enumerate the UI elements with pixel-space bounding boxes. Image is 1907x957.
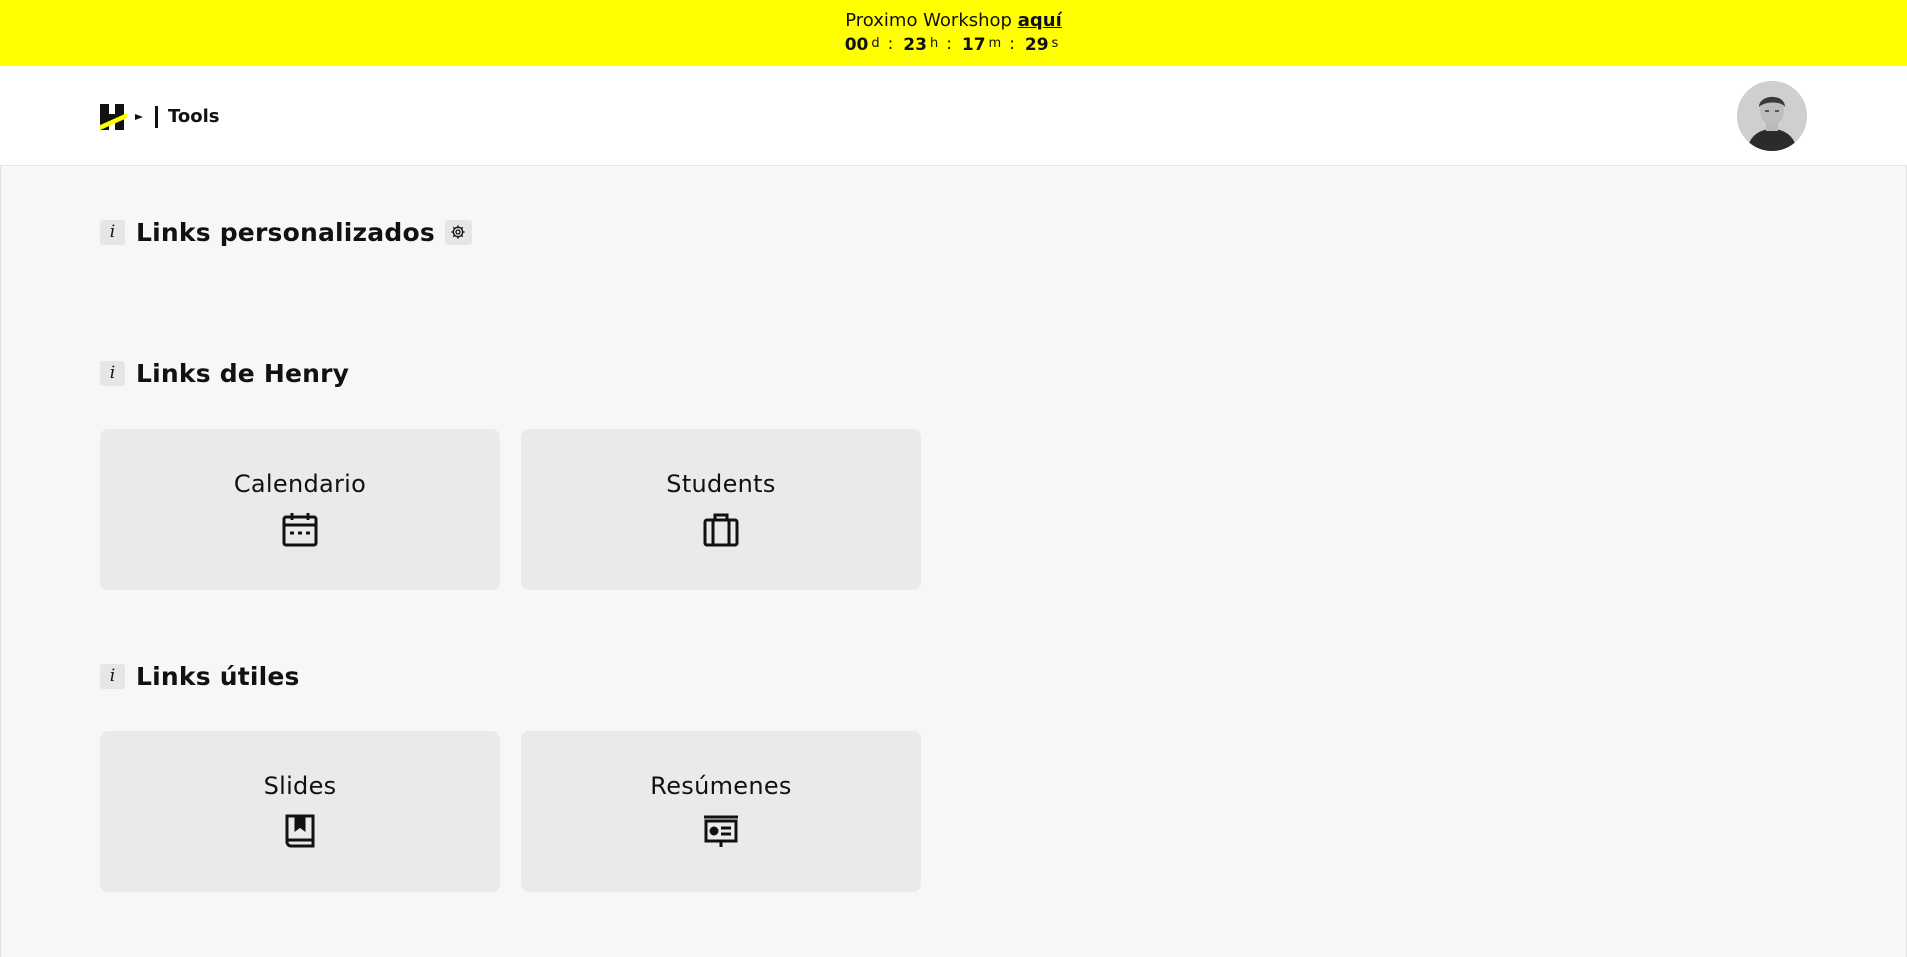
card-label: Calendario — [233, 470, 367, 498]
page-title: Tools — [168, 106, 220, 127]
henry-logo-icon[interactable] — [98, 102, 144, 132]
countdown-seconds: 29 — [1024, 35, 1049, 55]
countdown-hours-unit: h — [929, 36, 939, 51]
calendar-icon — [282, 511, 318, 547]
card-calendario[interactable]: Calendario — [100, 429, 500, 590]
section-henry-links: i Links de Henry — [100, 358, 349, 388]
card-slides[interactable]: Slides — [100, 731, 500, 892]
countdown-minutes-unit: m — [988, 36, 1002, 51]
countdown-seconds-unit: s — [1051, 36, 1059, 51]
card-students[interactable]: Students — [521, 429, 921, 590]
briefcase-icon — [703, 511, 739, 547]
card-label: Students — [666, 470, 776, 498]
page-border-left — [0, 166, 1, 957]
countdown-days-unit: d — [871, 36, 880, 51]
section-title-useful-links: Links útiles — [136, 661, 300, 691]
section-title-custom-links: Links personalizados — [136, 217, 435, 247]
card-resumenes[interactable]: Resúmenes — [521, 731, 921, 892]
countdown-separator: : — [1009, 34, 1015, 54]
card-label: Slides — [263, 772, 337, 800]
section-custom-links: i Links personalizados — [100, 217, 472, 247]
gear-icon[interactable] — [444, 219, 472, 245]
logo-divider — [155, 106, 158, 128]
countdown-minutes: 17 — [961, 35, 986, 55]
user-avatar[interactable] — [1737, 81, 1807, 151]
section-title-henry-links: Links de Henry — [136, 358, 350, 388]
countdown-hours: 23 — [903, 35, 927, 55]
workshop-label: Proximo Workshop — [845, 10, 1012, 31]
card-label: Resúmenes — [650, 772, 792, 800]
countdown-separator: : — [887, 34, 894, 54]
workshop-link[interactable]: aquí — [1018, 10, 1062, 31]
section-useful-links: i Links útiles — [100, 661, 300, 691]
info-icon[interactable]: i — [100, 360, 125, 386]
book-icon — [282, 813, 318, 849]
countdown-timer: 00 d: 23 h: 17 m: 29 s — [0, 32, 1907, 57]
info-icon[interactable]: i — [100, 219, 125, 245]
presentation-icon — [703, 813, 739, 849]
countdown-separator: : — [946, 34, 952, 54]
countdown-days: 00 — [844, 35, 869, 55]
info-icon[interactable]: i — [100, 663, 125, 689]
workshop-banner: Proximo Workshop aquí 00 d: 23 h: 17 m: 29 s — [0, 0, 1907, 66]
workshop-banner-text: Proximo Workshop aquí — [0, 10, 1907, 32]
app-header: Tools — [0, 66, 1907, 166]
